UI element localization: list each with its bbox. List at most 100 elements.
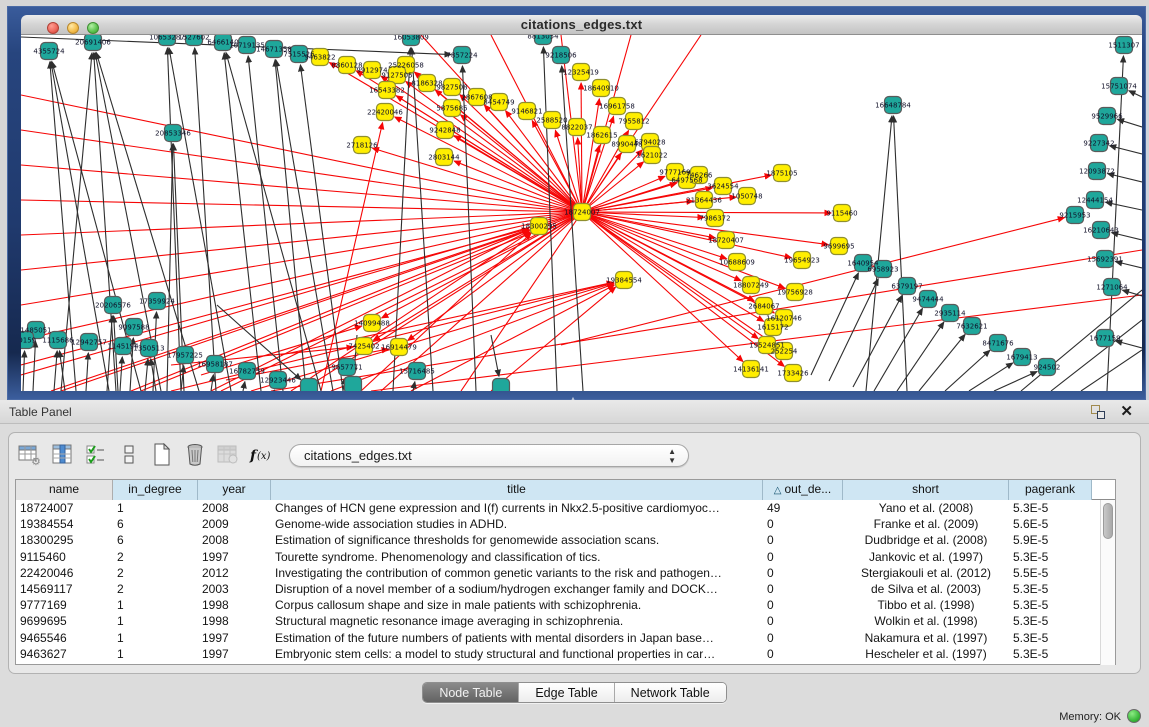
column-header-pagerank[interactable]: pagerank — [1009, 480, 1092, 500]
citation-edge-black[interactable] — [145, 359, 148, 391]
table-cell[interactable]: Embryonic stem cells: a model to study s… — [271, 646, 763, 662]
table-cell[interactable]: 2 — [113, 549, 198, 565]
table-cell[interactable]: 0 — [763, 516, 843, 532]
table-cell[interactable]: 6 — [113, 516, 198, 532]
citation-edge-black[interactable] — [945, 350, 990, 391]
close-icon[interactable]: ✕ — [1120, 402, 1133, 420]
table-cell[interactable]: 14569117 — [16, 581, 113, 597]
citation-edge-black[interactable] — [829, 279, 878, 381]
citation-edge-black[interactable] — [994, 372, 1037, 391]
table-cell[interactable]: 0 — [763, 581, 843, 597]
table-row[interactable]: 1830029562008Estimation of significance … — [16, 532, 1115, 548]
table-cell[interactable]: 5.5E-5 — [1009, 565, 1092, 581]
citation-edge-black[interactable] — [276, 60, 333, 391]
table-row[interactable]: 911546021997Tourette syndrome. Phenomeno… — [16, 549, 1115, 565]
scrollbar-thumb[interactable] — [1103, 503, 1113, 539]
citation-edge-black[interactable] — [226, 53, 321, 391]
table-row[interactable]: 969969511998Structural magnetic resonanc… — [16, 613, 1115, 629]
table-cell[interactable]: 18724007 — [16, 500, 113, 516]
table-cell[interactable]: 0 — [763, 532, 843, 548]
citation-edge-black[interactable] — [120, 357, 122, 391]
citation-edge-black[interactable] — [107, 316, 112, 391]
import-table-icon[interactable] — [213, 441, 243, 469]
citation-edge-black[interactable] — [224, 53, 261, 391]
tab-network-table[interactable]: Network Table — [615, 683, 726, 702]
table-cell[interactable]: Genome-wide association studies in ADHD. — [271, 516, 763, 532]
table-row[interactable]: 946554611997Estimation of the future num… — [16, 630, 1115, 646]
table-cell[interactable]: 5.6E-5 — [1009, 516, 1092, 532]
table-cell[interactable]: 1998 — [198, 613, 271, 629]
table-cell[interactable]: Corpus callosum shape and size in male p… — [271, 597, 763, 613]
new-file-icon[interactable] — [147, 441, 177, 469]
table-cell[interactable]: 9465546 — [16, 630, 113, 646]
tab-node-table[interactable]: Node Table — [423, 683, 519, 702]
graph-node-teal[interactable] — [301, 379, 318, 392]
table-cell[interactable]: Tibbo et al. (1998) — [843, 597, 1009, 613]
table-cell[interactable]: 0 — [763, 630, 843, 646]
table-cell[interactable]: 1998 — [198, 597, 271, 613]
table-cell[interactable]: Hescheler et al. (1997) — [843, 646, 1009, 662]
table-cell[interactable]: 2003 — [198, 581, 271, 597]
table-row[interactable]: 1456911722003Disruption of a novel membe… — [16, 581, 1115, 597]
citation-edge-black[interactable] — [211, 375, 213, 391]
table-cell[interactable]: 2008 — [198, 532, 271, 548]
table-cell[interactable]: 5.3E-5 — [1009, 549, 1092, 565]
network-window-titlebar[interactable]: citations_edges.txt — [21, 15, 1142, 35]
table-cell[interactable]: 9115460 — [16, 549, 113, 565]
citation-edge-red[interactable] — [461, 212, 582, 391]
table-cell[interactable]: Investigating the contribution of common… — [271, 565, 763, 581]
column-header-name[interactable]: name — [16, 480, 113, 500]
citation-edge-black[interactable] — [1129, 91, 1142, 97]
float-window-icon[interactable] — [1091, 405, 1105, 419]
column-header-in_degree[interactable]: in_degree — [113, 480, 198, 500]
table-cell[interactable]: 9699695 — [16, 613, 113, 629]
table-cell[interactable]: Stergiakouli et al. (2012) — [843, 565, 1009, 581]
table-cell[interactable]: 49 — [763, 500, 843, 516]
table-row[interactable]: 946362711997Embryonic stem cells: a mode… — [16, 646, 1115, 662]
citation-edge-red[interactable] — [582, 162, 643, 212]
table-selector-combobox[interactable]: citations_edges.txt ▲▼ — [289, 444, 689, 467]
citation-edge-red[interactable] — [21, 165, 582, 212]
citation-edge-black[interactable] — [811, 273, 858, 375]
citation-edge-black[interactable] — [275, 60, 306, 391]
function-builder-icon[interactable]: f(x) — [246, 441, 276, 469]
delete-icon[interactable] — [180, 441, 210, 469]
table-row[interactable]: 2242004622012Investigating the contribut… — [16, 565, 1115, 581]
column-header-short[interactable]: short — [843, 480, 1009, 500]
vertical-scrollbar[interactable] — [1100, 500, 1115, 665]
table-cell[interactable]: Dudbridge et al. (2008) — [843, 532, 1009, 548]
table-row[interactable]: 977716911998Corpus callosum shape and si… — [16, 597, 1115, 613]
table-cell[interactable]: Estimation of significance thresholds fo… — [271, 532, 763, 548]
table-cell[interactable]: 5.3E-5 — [1009, 597, 1092, 613]
table-cell[interactable]: 5.3E-5 — [1009, 500, 1092, 516]
table-cell[interactable]: 19384554 — [16, 516, 113, 532]
table-cell[interactable]: Changes of HCN gene expression and I(f) … — [271, 500, 763, 516]
citation-edge-black[interactable] — [866, 116, 892, 391]
graph-node-teal[interactable] — [493, 379, 510, 392]
table-cell[interactable]: de Silva et al. (2003) — [843, 581, 1009, 597]
column-header-title[interactable]: title — [271, 480, 763, 500]
table-cell[interactable]: Tourette syndrome. Phenomenology and cla… — [271, 549, 763, 565]
network-canvas[interactable]: 1872400794638228860128991297425226058912… — [21, 35, 1142, 391]
table-cell[interactable]: 6 — [113, 532, 198, 548]
citation-edge-black[interactable] — [23, 351, 25, 391]
citation-edge-black[interactable] — [33, 341, 35, 391]
table-cell[interactable]: 1 — [113, 597, 198, 613]
table-cell[interactable]: 1997 — [198, 549, 271, 565]
citation-edge-black[interactable] — [919, 335, 965, 391]
citation-edge-black[interactable] — [243, 382, 245, 391]
citation-edge-black[interactable] — [86, 353, 88, 391]
table-cell[interactable]: 5.9E-5 — [1009, 532, 1092, 548]
table-cell[interactable]: Wolkin et al. (1998) — [843, 613, 1009, 629]
table-settings-icon[interactable]: ⚙ — [15, 441, 45, 469]
table-cell[interactable]: Estimation of the future numbers of pati… — [271, 630, 763, 646]
table-cell[interactable]: 2 — [113, 581, 198, 597]
table-cell[interactable]: 18300295 — [16, 532, 113, 548]
citation-edge-red[interactable] — [21, 95, 582, 212]
table-cell[interactable]: 0 — [763, 613, 843, 629]
table-cell[interactable]: 0 — [763, 565, 843, 581]
citation-edge-black[interactable] — [169, 48, 231, 391]
table-cell[interactable]: Nakamura et al. (1997) — [843, 630, 1009, 646]
table-cell[interactable]: 1 — [113, 646, 198, 662]
table-cell[interactable]: Franke et al. (2009) — [843, 516, 1009, 532]
